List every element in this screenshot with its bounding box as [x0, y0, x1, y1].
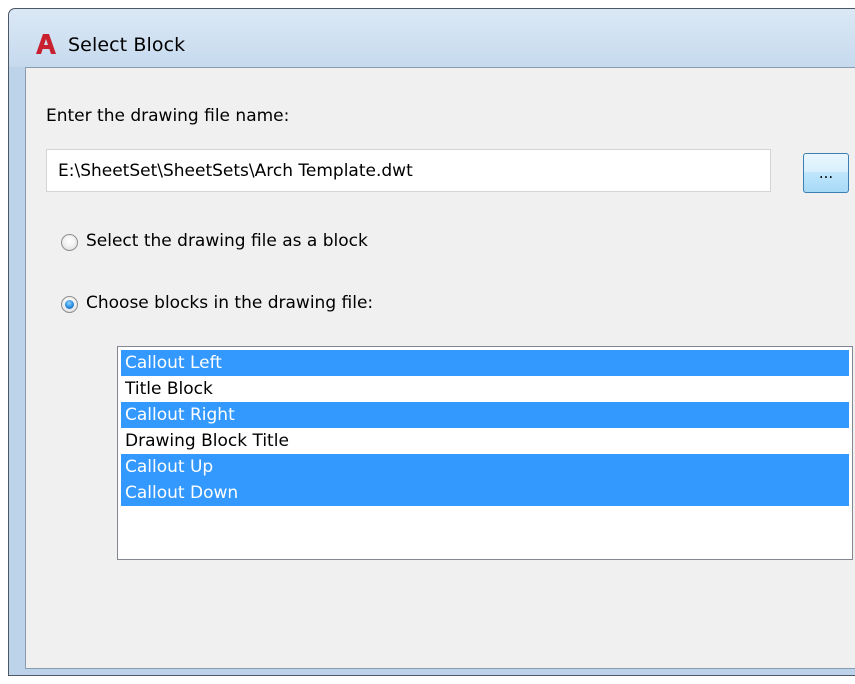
dialog-title: Select Block — [68, 34, 186, 56]
list-item-callout-down[interactable]: Callout Down — [121, 480, 849, 506]
radio-selected-dot — [65, 300, 74, 309]
list-item-title-block[interactable]: Title Block — [121, 376, 849, 402]
browse-button[interactable]: ... — [803, 153, 849, 193]
select-block-dialog: Select Block Enter the drawing file name… — [8, 8, 855, 676]
file-name-label: Enter the drawing file name: — [46, 106, 290, 126]
autocad-a-icon — [36, 34, 56, 54]
list-item-callout-right[interactable]: Callout Right — [121, 402, 849, 428]
radio-select-file-as-block[interactable] — [61, 234, 78, 251]
blocks-listbox[interactable]: Callout Left Title Block Callout Right D… — [117, 346, 853, 560]
list-item-callout-up[interactable]: Callout Up — [121, 454, 849, 480]
radio-select-file-as-block-label[interactable]: Select the drawing file as a block — [86, 231, 368, 251]
list-item-callout-left[interactable]: Callout Left — [121, 350, 849, 376]
list-item-drawing-block-title[interactable]: Drawing Block Title — [121, 428, 849, 454]
file-name-input[interactable] — [46, 149, 771, 192]
title-bar[interactable]: Select Block — [9, 9, 855, 67]
dialog-content: Enter the drawing file name: ... Select … — [25, 67, 855, 669]
radio-choose-blocks[interactable] — [61, 296, 78, 313]
radio-choose-blocks-label[interactable]: Choose blocks in the drawing file: — [86, 293, 373, 313]
